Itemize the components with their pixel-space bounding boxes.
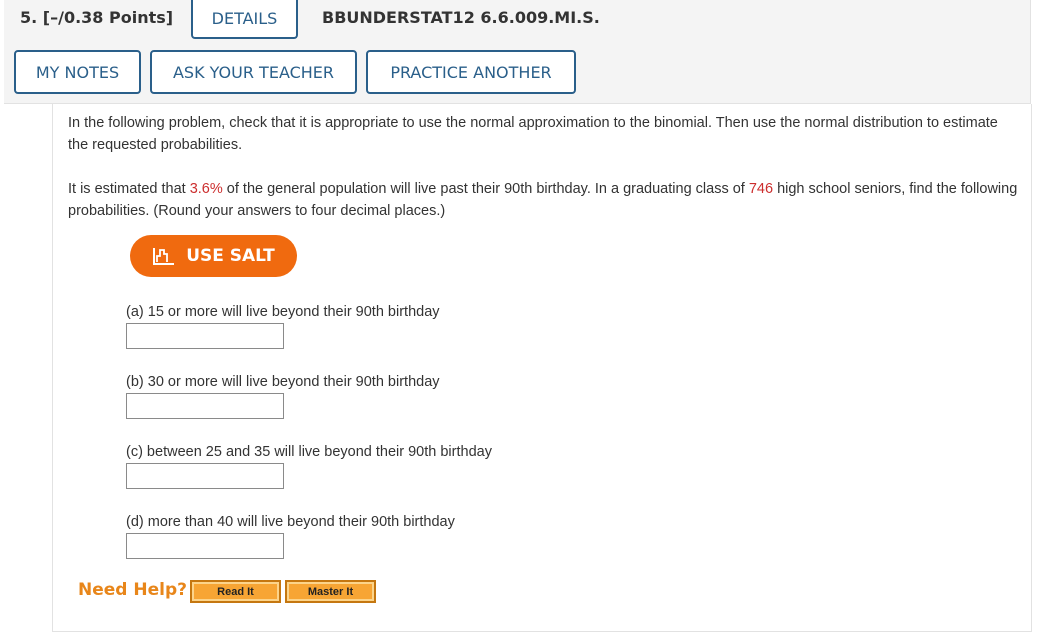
use-salt-button[interactable]: USE SALT <box>130 235 297 277</box>
part-d-label: (d) more than 40 will live beyond their … <box>126 514 455 530</box>
part-a-label: (a) 15 or more will live beyond their 90… <box>126 304 440 320</box>
part-d-answer-input[interactable] <box>126 533 284 559</box>
practice-another-button[interactable]: PRACTICE ANOTHER <box>366 50 576 94</box>
use-salt-label: USE SALT <box>186 246 275 266</box>
master-it-button[interactable]: Master It <box>285 580 376 603</box>
problem-code: BBUNDERSTAT12 6.6.009.MI.S. <box>322 8 600 27</box>
read-it-button[interactable]: Read It <box>190 580 281 603</box>
part-c-answer-input[interactable] <box>126 463 284 489</box>
part-a-answer-input[interactable] <box>126 323 284 349</box>
percent-value: 3.6% <box>189 181 223 197</box>
salt-chart-icon <box>152 246 176 266</box>
question-number-points: 5. [–/0.38 Points] <box>20 8 174 27</box>
stem-text-2: of the general population will live past… <box>222 181 749 197</box>
stem-text-1: It is estimated that <box>68 181 190 197</box>
part-c-label: (c) between 25 and 35 will live beyond t… <box>126 444 492 460</box>
part-b-label: (b) 30 or more will live beyond their 90… <box>126 374 440 390</box>
part-b-answer-input[interactable] <box>126 393 284 419</box>
problem-stem: It is estimated that 3.6% of the general… <box>68 178 1018 222</box>
details-button[interactable]: DETAILS <box>191 0 298 39</box>
problem-instructions: In the following problem, check that it … <box>68 115 998 153</box>
need-help-label: Need Help? <box>78 580 187 600</box>
my-notes-button[interactable]: MY NOTES <box>14 50 141 94</box>
ask-your-teacher-button[interactable]: ASK YOUR TEACHER <box>150 50 357 94</box>
class-size-value: 746 <box>748 181 774 197</box>
